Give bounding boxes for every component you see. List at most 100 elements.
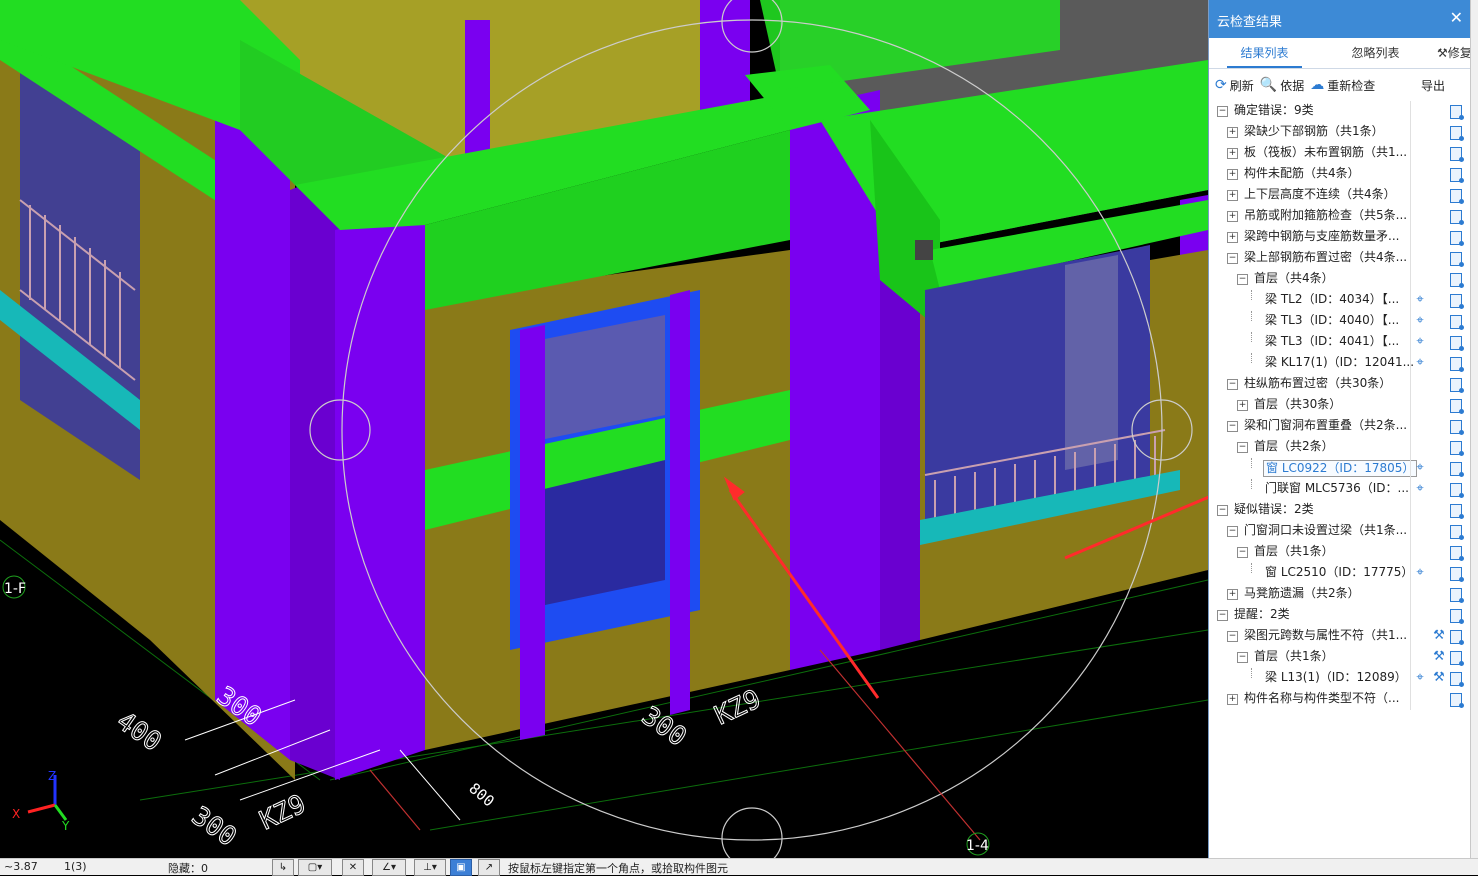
tree-row-label[interactable]: 窗 LC2510（ID：17775） xyxy=(1263,565,1415,580)
select-box-button[interactable]: ▢▾ xyxy=(298,859,332,876)
tree-row[interactable]: − 首层（共1条） xyxy=(1209,542,1471,563)
detail-doc-icon[interactable] xyxy=(1450,525,1464,540)
tab-ignore-list[interactable]: 忽略列表 xyxy=(1320,38,1431,68)
expand-icon[interactable]: + xyxy=(1227,127,1238,138)
detail-doc-icon[interactable] xyxy=(1450,273,1464,288)
dynamic-input-button[interactable]: ↗ xyxy=(478,859,500,876)
tree-row[interactable]: − 门窗洞口未设置过梁（共1条... xyxy=(1209,521,1471,542)
tree-row[interactable]: − 梁和门窗洞布置重叠（共2条... xyxy=(1209,416,1471,437)
locate-icon[interactable]: ⌖ xyxy=(1413,671,1427,685)
model-canvas[interactable]: 300 400 300 KZ9 300 KZ9 800 1-F 1-4 Z X … xyxy=(0,0,1208,858)
tree-row-label[interactable]: 梁 TL3（ID：4040）【... xyxy=(1263,313,1401,328)
tree-row[interactable]: + 梁跨中钢筋与支座筋数量矛... xyxy=(1209,227,1471,248)
tree-row-label[interactable]: 梁上部钢筋布置过密（共4条... xyxy=(1242,250,1409,265)
collapse-icon[interactable]: − xyxy=(1227,421,1238,432)
collapse-icon[interactable]: − xyxy=(1217,610,1228,621)
detail-doc-icon[interactable] xyxy=(1450,420,1464,435)
tree-row[interactable]: − 提醒：2类 xyxy=(1209,605,1471,626)
detail-doc-icon[interactable] xyxy=(1450,210,1464,225)
tree-row-label[interactable]: 窗 LC0922（ID：17805） xyxy=(1263,460,1418,477)
tree-row[interactable]: 梁 TL2（ID：4034）【... ⌖ xyxy=(1209,290,1471,311)
tree-row[interactable]: − 疑似错误：2类 xyxy=(1209,500,1471,521)
detail-doc-icon[interactable] xyxy=(1450,630,1464,645)
detail-doc-icon[interactable] xyxy=(1450,462,1464,477)
locate-icon[interactable]: ⌖ xyxy=(1413,482,1427,496)
tree-row-label[interactable]: 上下层高度不连续（共4条） xyxy=(1242,187,1398,202)
repair-icon[interactable]: ⚒ xyxy=(1432,650,1446,664)
angle-button[interactable]: ∠▾ xyxy=(372,859,406,876)
export-button[interactable]: 导出 xyxy=(1421,77,1445,94)
expand-icon[interactable]: + xyxy=(1227,148,1238,159)
tree-row-label[interactable]: 吊筋或附加箍筋检查（共5条... xyxy=(1242,208,1409,223)
tree-row[interactable]: − 梁图元跨数与属性不符（共1... ⚒ xyxy=(1209,626,1471,647)
detail-doc-icon[interactable] xyxy=(1450,567,1464,582)
locate-icon[interactable]: ⌖ xyxy=(1413,335,1427,349)
tree-row-label[interactable]: 马凳筋遗漏（共2条） xyxy=(1242,586,1362,601)
collapse-icon[interactable]: − xyxy=(1237,274,1248,285)
collapse-icon[interactable]: − xyxy=(1217,505,1228,516)
detail-doc-icon[interactable] xyxy=(1450,189,1464,204)
expand-icon[interactable]: + xyxy=(1227,232,1238,243)
tree-row-label[interactable]: 梁缺少下部钢筋（共1条） xyxy=(1242,124,1386,139)
tree-row[interactable]: − 梁上部钢筋布置过密（共4条... xyxy=(1209,248,1471,269)
tree-row[interactable]: − 确定错误：9类 xyxy=(1209,101,1471,122)
detail-doc-icon[interactable] xyxy=(1450,483,1464,498)
collapse-icon[interactable]: − xyxy=(1227,526,1238,537)
detail-doc-icon[interactable] xyxy=(1450,357,1464,372)
expand-icon[interactable]: + xyxy=(1227,694,1238,705)
3d-viewport[interactable]: 300 400 300 KZ9 300 KZ9 800 1-F 1-4 Z X … xyxy=(0,0,1208,858)
tree-row[interactable]: 梁 TL3（ID：4041）【... ⌖ xyxy=(1209,332,1471,353)
detail-doc-icon[interactable] xyxy=(1450,336,1464,351)
tab-repair[interactable]: ⚒修复 xyxy=(1431,38,1471,68)
tree-row-label[interactable]: 柱纵筋布置过密（共30条） xyxy=(1242,376,1393,391)
tree-row-label[interactable]: 门联窗 MLC5736（ID：... xyxy=(1263,481,1411,496)
basis-button[interactable]: 🔍 依据 xyxy=(1260,77,1304,94)
detail-doc-icon[interactable] xyxy=(1450,231,1464,246)
detail-doc-icon[interactable] xyxy=(1450,147,1464,162)
detail-doc-icon[interactable] xyxy=(1450,252,1464,267)
locate-icon[interactable]: ⌖ xyxy=(1413,293,1427,307)
tree-row[interactable]: 梁 L13(1)（ID：12089） ⌖ ⚒ xyxy=(1209,668,1471,689)
expand-icon[interactable]: + xyxy=(1227,589,1238,600)
detail-doc-icon[interactable] xyxy=(1450,315,1464,330)
offset-button[interactable]: ⊥▾ xyxy=(414,859,446,876)
tree-row[interactable]: − 首层（共1条） ⚒ xyxy=(1209,647,1471,668)
detail-doc-icon[interactable] xyxy=(1450,546,1464,561)
collapse-icon[interactable]: − xyxy=(1237,547,1248,558)
detail-doc-icon[interactable] xyxy=(1450,588,1464,603)
tree-row-label[interactable]: 门窗洞口未设置过梁（共1条... xyxy=(1242,523,1409,538)
tree-row[interactable]: + 构件名称与构件类型不符（... xyxy=(1209,689,1471,710)
tree-row-label[interactable]: 构件名称与构件类型不符（... xyxy=(1242,691,1401,706)
panel-scrollbar[interactable] xyxy=(1470,0,1478,858)
tree-row-label[interactable]: 首层（共2条） xyxy=(1252,439,1336,454)
detail-doc-icon[interactable] xyxy=(1450,378,1464,393)
collapse-icon[interactable]: − xyxy=(1227,379,1238,390)
tree-row-label[interactable]: 梁 KL17(1)（ID：12041... xyxy=(1263,355,1416,370)
locate-icon[interactable]: ⌖ xyxy=(1413,314,1427,328)
tree-row-label[interactable]: 梁 TL2（ID：4034）【... xyxy=(1263,292,1401,307)
tree-row-label[interactable]: 首层（共1条） xyxy=(1252,544,1336,559)
tree-row-label[interactable]: 首层（共1条） xyxy=(1252,649,1336,664)
detail-doc-icon[interactable] xyxy=(1450,651,1464,666)
detail-doc-icon[interactable] xyxy=(1450,294,1464,309)
tree-row[interactable]: + 马凳筋遗漏（共2条） xyxy=(1209,584,1471,605)
tree-row-label[interactable]: 疑似错误：2类 xyxy=(1232,502,1316,517)
tree-row[interactable]: 梁 TL3（ID：4040）【... ⌖ xyxy=(1209,311,1471,332)
collapse-icon[interactable]: − xyxy=(1227,253,1238,264)
locate-icon[interactable]: ⌖ xyxy=(1413,356,1427,370)
detail-doc-icon[interactable] xyxy=(1450,672,1464,687)
collapse-icon[interactable]: − xyxy=(1237,652,1248,663)
locate-icon[interactable]: ⌖ xyxy=(1413,461,1427,475)
close-icon[interactable]: ✕ xyxy=(1450,8,1463,27)
tree-row-label[interactable]: 梁和门窗洞布置重叠（共2条... xyxy=(1242,418,1409,433)
tree-row[interactable]: − 首层（共2条） xyxy=(1209,437,1471,458)
tree-row[interactable]: + 吊筋或附加箍筋检查（共5条... xyxy=(1209,206,1471,227)
tree-row[interactable]: + 上下层高度不连续（共4条） xyxy=(1209,185,1471,206)
tree-row-label[interactable]: 梁跨中钢筋与支座筋数量矛... xyxy=(1242,229,1401,244)
repair-icon[interactable]: ⚒ xyxy=(1432,629,1446,643)
collapse-icon[interactable]: − xyxy=(1217,106,1228,117)
detail-doc-icon[interactable] xyxy=(1450,399,1464,414)
tree-row[interactable]: − 首层（共4条） xyxy=(1209,269,1471,290)
detail-doc-icon[interactable] xyxy=(1450,105,1464,120)
tree-row[interactable]: 门联窗 MLC5736（ID：... ⌖ xyxy=(1209,479,1471,500)
